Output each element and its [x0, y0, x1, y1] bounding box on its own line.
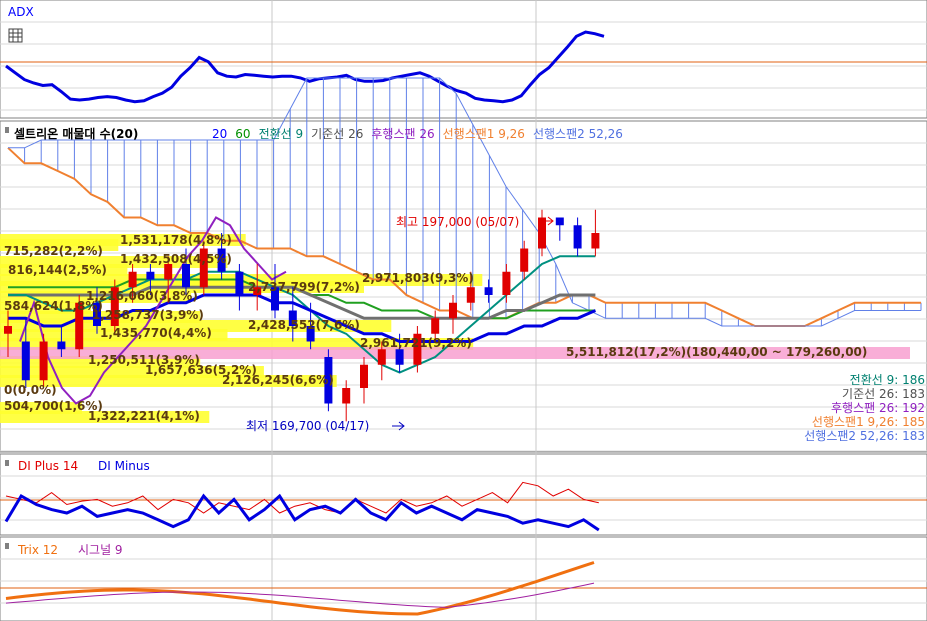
candle-body — [555, 217, 564, 226]
candle-body — [395, 349, 404, 365]
volume-profile-label: 1,531,178(4,8%) — [120, 233, 232, 247]
volume-profile-label: 2,126,245(6,6%) — [222, 373, 334, 387]
ichimoku-title: 셀트리온 매물대 수(20) — [14, 126, 138, 141]
volume-profile-label: 1,258,737(3,9%) — [92, 308, 204, 322]
candle-body — [57, 341, 66, 350]
low-annotation: 최저 169,700 (04/17) — [246, 419, 369, 433]
volume-profile-label: 2,971,803(9,3%) — [362, 271, 474, 285]
volume-profile-label: 1,435,770(4,4%) — [100, 326, 212, 340]
volume-profile-label: 584,624(1,8%) — [4, 299, 103, 313]
candle-body — [538, 217, 546, 249]
candle-body — [520, 248, 529, 272]
right-value-label: 기준선 26: 183 — [842, 387, 925, 401]
di-minus-title: DI Minus — [98, 459, 150, 473]
candle-body — [573, 225, 582, 249]
right-value-label: 전환선 9: 186 — [850, 373, 925, 387]
candle-body — [466, 287, 475, 303]
stock-chart[interactable]: ADX 715,282(2,2%) 816,144(2,5%) 1,531,178(… — [0, 0, 927, 621]
volume-profile-label: 1,432,508(4,5%) — [120, 252, 232, 266]
table-icon[interactable] — [8, 28, 23, 43]
volume-profile-label: 715,282(2,2%) — [4, 244, 103, 258]
adx-title: ADX — [8, 5, 34, 19]
volume-profile-label: 816,144(2,5%) — [8, 263, 107, 277]
legend-entry: 20 — [212, 127, 227, 141]
candle-body — [449, 302, 457, 319]
panel-marker-icon — [5, 543, 9, 549]
candle-body — [235, 271, 244, 295]
candle-body — [502, 271, 511, 295]
volume-profile-label: 2,428,552(7,6%) — [248, 318, 360, 332]
candle-body — [21, 341, 30, 381]
high-annotation: 최고 197,000 (05/07) — [396, 215, 519, 229]
legend-entry: 선행스팬1 9,26 — [443, 126, 525, 141]
right-value-label: 선행스팬1 9,26: 185 — [812, 414, 925, 429]
volume-profile-label: 5,511,812(17,2%)(180,440,00 ~ 179,260,00… — [566, 345, 867, 359]
volume-profile-label: 2,737,799(7,2%) — [248, 280, 360, 294]
legend-entry: 기준선 26 — [311, 127, 363, 141]
candle-body — [377, 349, 386, 365]
candle-body — [128, 271, 137, 288]
panel-marker-icon — [5, 127, 9, 133]
candle-body — [146, 271, 155, 280]
panel-marker-icon — [5, 460, 9, 466]
candle-body — [182, 264, 190, 288]
legend-entry: 후행스팬 26 — [371, 126, 434, 141]
candle-body — [591, 233, 600, 249]
ichimoku-legend: 20 60 전환선 9 기준선 26 후행스팬 26 선행스팬1 9,26 선행스팬2 52… — [212, 126, 623, 141]
right-value-label: 후행스팬 26: 192 — [831, 400, 925, 415]
trix-title: Trix 12 — [17, 543, 58, 557]
volume-profile-label: 0(0,0%) — [4, 383, 57, 397]
legend-entry: 전환선 9 — [259, 127, 304, 141]
volume-profile-label: 2,961,721(9,2%) — [360, 336, 472, 350]
legend-entry: 선행스팬2 52,26 — [533, 126, 623, 141]
right-value-label: 선행스팬2 52,26: 183 — [804, 428, 925, 443]
volume-profile-label: 1,322,221(4,1%) — [88, 409, 200, 423]
candle-body — [484, 287, 493, 295]
candle-body — [164, 264, 173, 280]
candle-body — [342, 388, 351, 404]
di-plus-title: DI Plus 14 — [18, 459, 78, 473]
candle-body — [4, 326, 12, 334]
trix-signal-title: 시그널 9 — [78, 543, 123, 557]
candle-body — [431, 318, 440, 334]
candle-body — [360, 364, 368, 388]
legend-entry: 60 — [235, 127, 250, 141]
candle-body — [39, 341, 48, 381]
